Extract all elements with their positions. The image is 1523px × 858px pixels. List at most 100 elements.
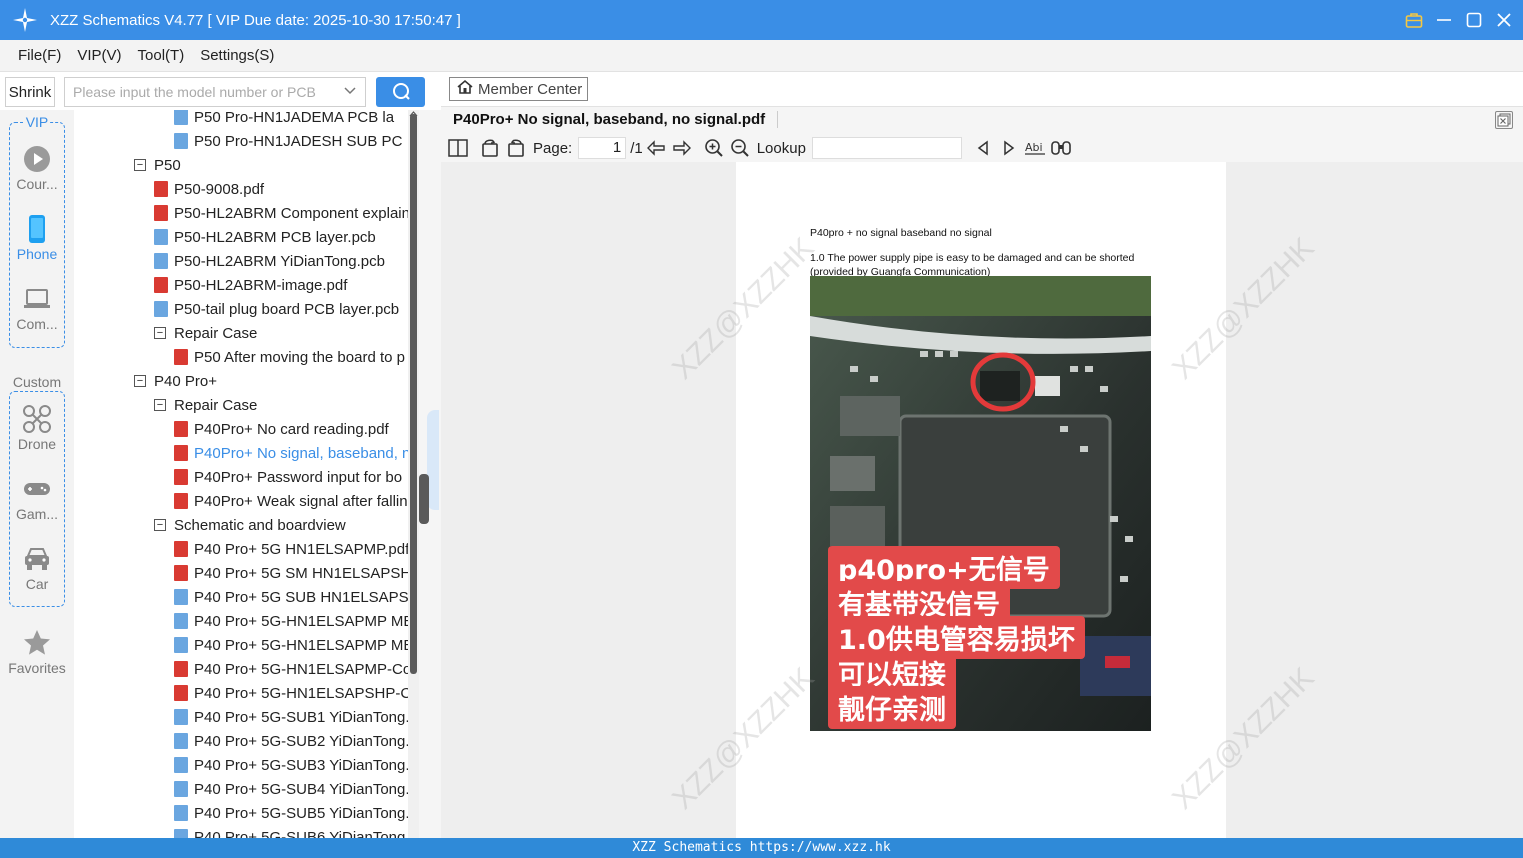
rail-item-drone[interactable]: Drone [0, 404, 74, 452]
tree-file[interactable]: P50-HL2ABRM Component explain [154, 201, 410, 225]
tree-item-label: P50 After moving the board to p [194, 348, 405, 366]
rail-item-game[interactable]: Gam... [0, 474, 74, 522]
tree-file[interactable]: P50-9008.pdf [154, 177, 264, 201]
pcb-file-icon [174, 709, 188, 725]
tree-folder[interactable]: − Repair Case [154, 321, 257, 345]
rotate-left-icon[interactable] [479, 137, 501, 159]
tree-file[interactable]: P50 Pro-HN1JADEMA PCB la [174, 110, 394, 129]
document-tab[interactable]: P40Pro+ No signal, baseband, no signal.p… [453, 111, 779, 128]
tree-file[interactable]: P50 After moving the board to p [174, 345, 405, 369]
tree-file[interactable]: P40 Pro+ 5G-HN1ELSAPSHP-Co [174, 681, 419, 705]
tree-file[interactable]: P40 Pro+ 5G-SUB4 YiDianTong. [174, 777, 410, 801]
menu-vip[interactable]: VIP(V) [77, 47, 121, 64]
close-icon[interactable] [1495, 11, 1513, 29]
tree-file[interactable]: P40 Pro+ 5G-HN1ELSAPMP MB [174, 609, 413, 633]
pcb-file-icon [174, 637, 188, 653]
prev-page-icon[interactable] [645, 137, 667, 159]
tree-item-label: Repair Case [174, 396, 258, 414]
pdf-file-icon [174, 493, 188, 509]
menu-tool[interactable]: Tool(T) [138, 47, 185, 64]
tree-file[interactable]: P40 Pro+ 5G-SUB3 YiDianTong. [174, 753, 410, 777]
pdf-file-icon [174, 541, 188, 557]
tree-file[interactable]: P40 Pro+ 5G-HN1ELSAPMP-Cor [174, 657, 416, 681]
tree-file[interactable]: P40 Pro+ 5G SUB HN1ELSAPSH [174, 585, 418, 609]
collapse-icon[interactable]: − [134, 159, 146, 171]
rail-item-courses[interactable]: Cour... [0, 144, 74, 192]
rail-item-computer[interactable]: Com... [0, 284, 74, 332]
member-center-button[interactable]: Member Center [449, 77, 588, 101]
collapse-icon[interactable]: − [154, 399, 166, 411]
tree-file[interactable]: P40Pro+ No signal, baseband, n [174, 441, 410, 465]
tree-item-label: P40 Pro+ 5G-HN1ELSAPMP-Cor [194, 660, 417, 678]
close-document-icon[interactable] [1495, 111, 1513, 129]
rotate-right-icon[interactable] [505, 137, 527, 159]
sidebar-toggle-icon[interactable] [447, 137, 469, 159]
tree-folder[interactable]: − Schematic and boardview [154, 513, 346, 537]
tree-file[interactable]: P40 Pro+ 5G-HN1ELSAPMP MB [174, 633, 413, 657]
tree-item-label: Repair Case [174, 324, 258, 342]
pcb-file-icon [174, 757, 188, 773]
pdf-file-icon [174, 661, 188, 677]
next-page-icon[interactable] [671, 137, 693, 159]
zoom-in-icon[interactable] [703, 137, 725, 159]
pdf-viewport[interactable]: P40pro + no signal baseband no signal 1.… [441, 162, 1523, 838]
menu-file[interactable]: File(F) [18, 47, 61, 64]
vip-bag-icon[interactable] [1405, 11, 1423, 29]
pdf-file-icon [174, 565, 188, 581]
custom-group-label: Custom [10, 374, 64, 390]
scroll-thumb[interactable] [410, 114, 417, 674]
rail-item-phone[interactable]: Phone [0, 214, 74, 262]
tree-file[interactable]: P40 Pro+ 5G-SUB6 YiDianTong. [174, 825, 410, 838]
tree-folder[interactable]: − Repair Case [154, 393, 257, 417]
tree-item-label: P40Pro+ Weak signal after fallin [194, 492, 408, 510]
splitter-grip[interactable] [419, 474, 429, 524]
tree-file[interactable]: P40 Pro+ 5G-SUB1 YiDianTong. [174, 705, 410, 729]
collapse-icon[interactable]: − [154, 327, 166, 339]
collapse-icon[interactable]: − [134, 375, 146, 387]
tree-file[interactable]: P40Pro+ Password input for bo [174, 465, 402, 489]
collapse-icon[interactable]: − [154, 519, 166, 531]
zoom-out-icon[interactable] [729, 137, 751, 159]
lookup-input[interactable] [811, 137, 962, 159]
match-case-icon[interactable]: Abi [1024, 137, 1046, 159]
title-bar: XZZ Schematics V4.77 [ VIP Due date: 202… [0, 0, 1523, 40]
menu-settings[interactable]: Settings(S) [200, 47, 274, 64]
category-rail: VIP Cour... Phone Com... Custom Drone Ga… [0, 110, 74, 838]
tree-file[interactable]: P50 Pro-HN1JADESH SUB PC [174, 129, 402, 153]
rail-item-favorites[interactable]: Favorites [0, 628, 74, 676]
search-input[interactable]: Please input the model number or PCB [64, 77, 366, 107]
tree-file[interactable]: P40 Pro+ 5G HN1ELSAPMP.pdf [174, 537, 409, 561]
tree-item-label: P50-9008.pdf [174, 180, 265, 198]
tree-file[interactable]: P50-HL2ABRM YiDianTong.pcb [154, 249, 385, 273]
tree-item-label: P40 Pro+ 5G HN1ELSAPMP.pdf [194, 540, 410, 558]
tree-folder[interactable]: − P50 [134, 153, 181, 177]
tree-file[interactable]: P50-tail plug board PCB layer.pcb [154, 297, 399, 321]
tree-scrollbar[interactable] [408, 110, 419, 838]
find-next-icon[interactable] [998, 137, 1020, 159]
find-prev-icon[interactable] [972, 137, 994, 159]
tree-item-label: P50-tail plug board PCB layer.pcb [174, 300, 400, 318]
page-number-input[interactable]: 1 [578, 137, 627, 159]
maximize-icon[interactable] [1465, 11, 1483, 29]
tree-file[interactable]: P40Pro+ Weak signal after fallin [174, 489, 408, 513]
search-button[interactable] [376, 77, 425, 107]
rail-item-car[interactable]: Car [0, 544, 74, 592]
chevron-down-icon[interactable] [343, 84, 357, 101]
binoculars-icon[interactable] [1050, 137, 1072, 159]
tree-item-label: P40 Pro+ 5G-HN1ELSAPMP MB [194, 636, 414, 654]
tree-file[interactable]: P40 Pro+ 5G SM HN1ELSAPSHP [174, 561, 418, 585]
tree-item-label: P40 Pro+ 5G-HN1ELSAPSHP-Co [194, 684, 419, 702]
tree-file[interactable]: P50-HL2ABRM-image.pdf [154, 273, 347, 297]
svg-text:Abi: Abi [1025, 141, 1043, 154]
tree-file[interactable]: P40 Pro+ 5G-SUB5 YiDianTong. [174, 801, 410, 825]
tree-file[interactable]: P40 Pro+ 5G-SUB2 YiDianTong. [174, 729, 410, 753]
tree-item-label: P50 Pro-HN1JADEMA PCB la [194, 110, 395, 126]
tree-file[interactable]: P50-HL2ABRM PCB layer.pcb [154, 225, 376, 249]
pdf-file-icon [174, 349, 188, 365]
pcb-file-icon [174, 110, 188, 125]
tree-folder[interactable]: − P40 Pro+ [134, 369, 217, 393]
minimize-icon[interactable] [1435, 11, 1453, 29]
panel-splitter[interactable] [419, 110, 441, 838]
tree-file[interactable]: P40Pro+ No card reading.pdf [174, 417, 389, 441]
shrink-button[interactable]: Shrink [5, 77, 55, 107]
